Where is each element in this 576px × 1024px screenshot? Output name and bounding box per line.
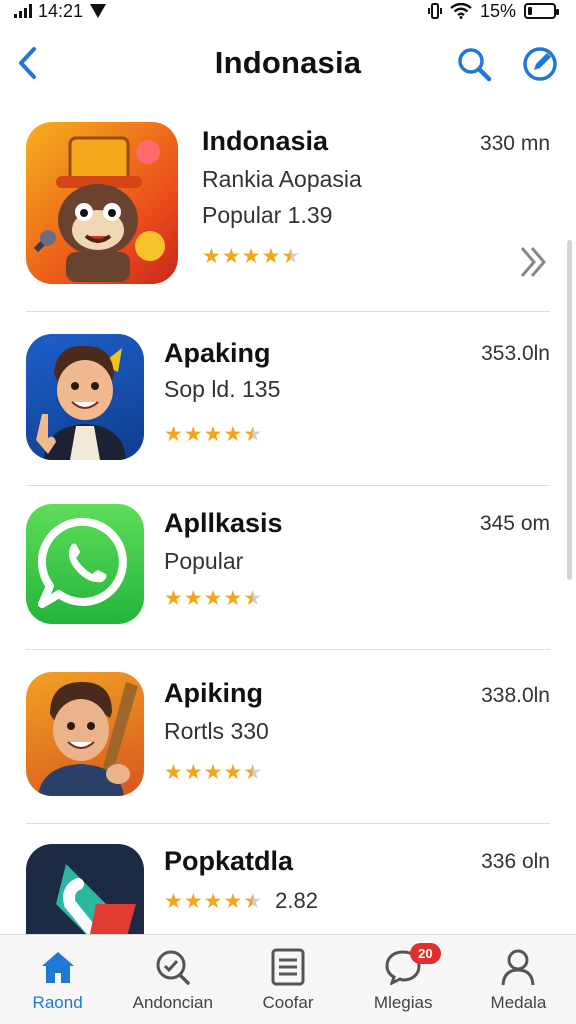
- notification-badge: 20: [410, 943, 441, 964]
- star-half-icon: ★: [243, 761, 263, 784]
- search-button[interactable]: [454, 44, 494, 84]
- star-full-icon: ★: [164, 761, 183, 784]
- star-full-icon: ★: [164, 889, 183, 913]
- page-title: Indonasia: [214, 45, 362, 80]
- star-full-icon: ★: [223, 423, 243, 446]
- star-rating: ★ ★ ★ ★ ★: [164, 424, 262, 445]
- list-item[interactable]: Popkatdla ★ ★ ★ ★ ★ 2.82 336 oln: [0, 824, 576, 934]
- star-full-icon: ★: [223, 587, 243, 610]
- tab-label: Coofar: [262, 993, 314, 1012]
- status-time: 14:21: [38, 0, 84, 21]
- tab-search[interactable]: Andoncian: [115, 935, 230, 1024]
- rating-row: ★ ★ ★ ★ ★ 2.82: [164, 890, 318, 912]
- status-left: 14:21: [14, 1, 107, 22]
- app-subtitle: Rortls 330: [164, 718, 269, 744]
- star-full-icon: ★: [221, 245, 241, 268]
- vibrate-icon: [427, 3, 442, 19]
- star-full-icon: ★: [183, 423, 203, 446]
- star-full-icon: ★: [203, 761, 223, 784]
- scrollbar[interactable]: [567, 240, 572, 580]
- cartoon-man-icon: [26, 672, 144, 796]
- search-icon: [458, 48, 492, 82]
- star-full-icon: ★: [261, 245, 281, 268]
- location-arrow-icon: [90, 4, 107, 18]
- tab-label: Mlegias: [373, 993, 433, 1012]
- app-size: 336 oln: [481, 850, 550, 873]
- app-name: Popkatdla: [164, 846, 294, 876]
- battery-icon: [524, 3, 559, 19]
- app-name: Apllkasis: [164, 508, 283, 538]
- battery-percent: 15%: [479, 0, 516, 21]
- chevron-right-icon[interactable]: [518, 242, 550, 282]
- star-full-icon: ★: [223, 889, 243, 913]
- tab-label: Andoncian: [132, 993, 213, 1012]
- app-name: Indonasia: [202, 126, 329, 156]
- navigation-bar: Indonasia: [0, 30, 576, 96]
- cartoon-mascot-icon: [26, 122, 178, 284]
- chevron-left-icon: [19, 47, 36, 79]
- document-icon: [268, 947, 308, 987]
- star-full-icon: ★: [223, 761, 243, 784]
- app-size: 330 mn: [479, 132, 550, 155]
- star-half-icon: ★: [243, 587, 263, 610]
- app-size: 345 om: [479, 512, 550, 535]
- app-subtitle: Sop ld. 135: [164, 376, 281, 402]
- app-list: Indonasia Rankia Aopasia Popular 1.39 ★ ★…: [0, 110, 576, 934]
- status-bar: 14:21 15%: [0, 0, 576, 22]
- cellular-signal-icon: [14, 4, 32, 18]
- tab-messages[interactable]: 20 Mlegias: [346, 935, 461, 1024]
- person-icon: [498, 947, 538, 987]
- compose-icon: [523, 47, 557, 81]
- star-full-icon: ★: [183, 587, 203, 610]
- battery-level: [528, 7, 532, 15]
- app-size: 338.0ln: [481, 684, 550, 707]
- app-subtitle-secondary: Popular 1.39: [202, 202, 333, 228]
- star-full-icon: ★: [183, 761, 203, 784]
- list-item[interactable]: Apiking Rortls 330 ★ ★ ★ ★ ★ 338.0ln: [0, 650, 576, 824]
- home-icon: [38, 947, 78, 987]
- star-full-icon: ★: [164, 587, 183, 610]
- star-half-icon: ★: [243, 889, 263, 913]
- star-full-icon: ★: [203, 889, 223, 913]
- cartoon-man-icon: [26, 334, 144, 460]
- star-rating: ★ ★ ★ ★ ★: [164, 891, 262, 912]
- status-right: 15%: [427, 0, 559, 22]
- list-item[interactable]: Indonasia Rankia Aopasia Popular 1.39 ★ ★…: [0, 110, 576, 312]
- app-size: 353.0ln: [481, 342, 550, 365]
- star-full-icon: ★: [241, 245, 261, 268]
- star-full-icon: ★: [202, 245, 221, 268]
- app-name: Apiking: [164, 678, 263, 708]
- tab-home[interactable]: Raond: [0, 935, 115, 1024]
- star-full-icon: ★: [203, 423, 223, 446]
- tab-label: Medala: [490, 993, 547, 1012]
- list-item[interactable]: Apaking Sop ld. 135 ★ ★ ★ ★ ★ 353.0ln: [0, 312, 576, 486]
- list-item[interactable]: Apllkasis Popular ★ ★ ★ ★ ★ 345 om: [0, 486, 576, 650]
- back-button[interactable]: [12, 44, 42, 82]
- whatsapp-icon: [26, 504, 144, 624]
- app-subtitle: Popular: [164, 548, 244, 574]
- tab-label: Raond: [32, 993, 83, 1012]
- app-name: Apaking: [164, 338, 271, 368]
- tab-documents[interactable]: Coofar: [230, 935, 345, 1024]
- phone-app-icon: [26, 844, 144, 934]
- star-rating: ★ ★ ★ ★ ★: [164, 588, 262, 609]
- search-check-icon: [153, 947, 193, 987]
- tab-profile[interactable]: Medala: [461, 935, 576, 1024]
- star-half-icon: ★: [243, 423, 263, 446]
- star-full-icon: ★: [183, 889, 203, 913]
- star-full-icon: ★: [203, 587, 223, 610]
- compose-button[interactable]: [520, 44, 560, 84]
- app-subtitle: Rankia Aopasia: [202, 166, 362, 192]
- star-half-icon: ★: [281, 245, 301, 268]
- wifi-icon: [450, 3, 472, 19]
- star-rating: ★ ★ ★ ★ ★: [202, 246, 300, 267]
- star-rating: ★ ★ ★ ★ ★: [164, 762, 262, 783]
- star-full-icon: ★: [164, 423, 183, 446]
- tab-bar: Raond Andoncian Coofar 20 Mlegias Medala: [0, 934, 576, 1024]
- rating-count: 2.82: [275, 888, 318, 913]
